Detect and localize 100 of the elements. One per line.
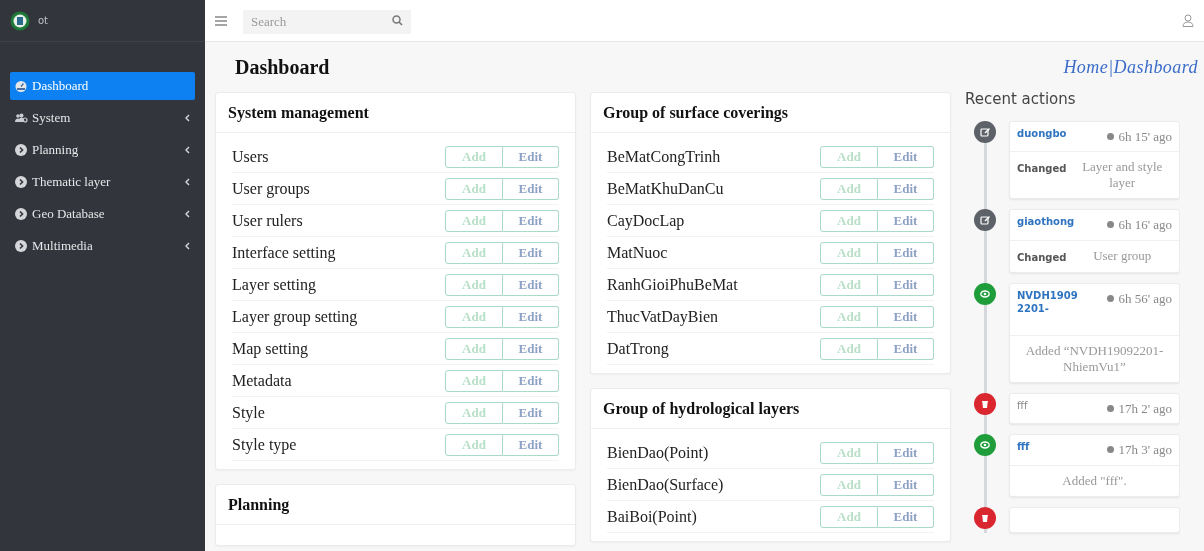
sidebar-item[interactable]: Thematic layer (10, 168, 195, 196)
add-button[interactable]: Add (445, 369, 503, 392)
user-icon[interactable] (1182, 14, 1194, 27)
sidebar-item[interactable]: Dashboard (10, 72, 195, 100)
add-button[interactable]: Add (445, 433, 503, 456)
action-verb: Changed (1017, 250, 1067, 265)
row-label: Style type (232, 434, 297, 456)
row-label: User groups (232, 178, 310, 200)
sidebar-item[interactable]: System (10, 104, 195, 132)
edit-button[interactable]: Edit (503, 273, 559, 296)
row-label: Layer group setting (232, 306, 358, 328)
add-button[interactable]: Add (820, 441, 878, 464)
row-label: BienDao(Point) (607, 442, 709, 464)
card-title: Group of hydrological layers (603, 398, 800, 420)
user-name: fff (1017, 398, 1029, 412)
section-title: Recent actions (965, 92, 1077, 110)
add-button[interactable]: Add (445, 305, 503, 328)
edit-button[interactable]: Edit (503, 401, 559, 424)
add-button[interactable]: Add (445, 337, 503, 360)
timestamp: 6h 16' ago (1107, 215, 1172, 235)
action-detail: User group (1092, 247, 1153, 264)
edit-button[interactable]: Edit (878, 273, 934, 296)
add-button[interactable]: Add (445, 145, 503, 168)
edit-button[interactable]: Edit (878, 441, 934, 464)
row-label: RanhGioiPhuBeMat (607, 274, 738, 295)
edit-button[interactable]: Edit (503, 433, 559, 456)
card-title: System management (228, 102, 369, 124)
row-label: Map setting (232, 338, 308, 360)
add-button[interactable]: Add (820, 241, 878, 264)
add-button[interactable]: Add (445, 401, 503, 424)
user-link[interactable]: duongbo (1017, 126, 1075, 140)
timestamp: 17h 2' ago (1107, 398, 1172, 418)
action-verb: Changed (1017, 162, 1067, 176)
edit-button[interactable]: Edit (878, 337, 934, 360)
edit-button[interactable]: Edit (878, 305, 934, 328)
trash-icon (980, 512, 990, 523)
card-title: Planning (228, 494, 290, 516)
edit-button[interactable]: Edit (503, 209, 559, 232)
timestamp: 6h 15' ago (1107, 126, 1172, 146)
chevron-circle-icon (15, 176, 28, 188)
clock-icon (1107, 221, 1115, 229)
row-label: User rulers (232, 210, 303, 231)
add-button[interactable]: Add (820, 177, 878, 200)
search-field[interactable]: Search (243, 9, 411, 34)
action-detail: Added “NVDH19092201-NhiemVu1” (1024, 342, 1165, 375)
breadcrumb-link[interactable]: Home|Dashboard (1063, 53, 1198, 81)
eye-icon (980, 440, 990, 450)
sidebar-item[interactable]: Geo Database (10, 200, 195, 228)
edit-button[interactable]: Edit (878, 241, 934, 264)
row-label: BeMatKhuDanCu (607, 178, 724, 199)
search-icon[interactable] (392, 14, 403, 26)
add-button[interactable]: Add (445, 209, 503, 232)
add-button[interactable]: Add (820, 145, 878, 168)
logo-icon (10, 10, 30, 31)
add-button[interactable]: Add (820, 209, 878, 232)
add-button[interactable]: Add (820, 337, 878, 360)
action-detail: Added "fff". (1061, 472, 1128, 489)
row-label: BeMatCongTrinh (607, 146, 721, 168)
sidebar-item[interactable]: Planning (10, 136, 195, 164)
edit-button[interactable]: Edit (878, 505, 934, 528)
user-link[interactable]: NVDH1909 2201- (1017, 288, 1075, 315)
edit-button[interactable]: Edit (878, 177, 934, 200)
edit-icon (980, 215, 990, 225)
card-title: Group of surface coverings (603, 102, 788, 124)
row-label: Style (232, 402, 265, 424)
timestamp: 6h 56' ago (1107, 288, 1172, 308)
user-link[interactable]: giaothong (1017, 215, 1075, 228)
edit-button[interactable]: Edit (503, 145, 559, 168)
row-label: BaiBoi(Point) (607, 506, 697, 528)
users-icon (15, 112, 28, 124)
edit-button[interactable]: Edit (878, 145, 934, 168)
add-button[interactable]: Add (445, 241, 503, 264)
add-button[interactable]: Add (820, 505, 878, 528)
add-button[interactable]: Add (820, 473, 878, 496)
edit-button[interactable]: Edit (878, 209, 934, 232)
row-label: DatTrong (607, 338, 669, 360)
user-link[interactable]: fff (1017, 440, 1075, 453)
add-button[interactable]: Add (445, 273, 503, 296)
edit-button[interactable]: Edit (503, 369, 559, 392)
edit-button[interactable]: Edit (503, 241, 559, 264)
row-label: Users (232, 146, 269, 167)
menu-icon[interactable] (215, 15, 227, 26)
edit-button[interactable]: Edit (503, 337, 559, 360)
action-detail: Layer and style layer (1081, 159, 1164, 191)
add-button[interactable]: Add (445, 177, 503, 200)
edit-button[interactable]: Edit (503, 305, 559, 328)
sidebar-item[interactable]: Multimedia (10, 232, 195, 260)
eye-icon (980, 288, 990, 299)
add-button[interactable]: Add (820, 273, 878, 296)
gauge-icon (15, 80, 28, 92)
chevron-circle-icon (15, 144, 28, 156)
edit-icon (980, 126, 990, 137)
chevron-circle-icon (15, 240, 28, 252)
edit-button[interactable]: Edit (503, 177, 559, 200)
page-title: Dashboard (235, 55, 330, 80)
clock-icon (1107, 404, 1115, 412)
add-button[interactable]: Add (820, 305, 878, 328)
edit-button[interactable]: Edit (878, 473, 934, 496)
clock-icon (1107, 132, 1115, 140)
row-label: Metadata (232, 370, 292, 391)
